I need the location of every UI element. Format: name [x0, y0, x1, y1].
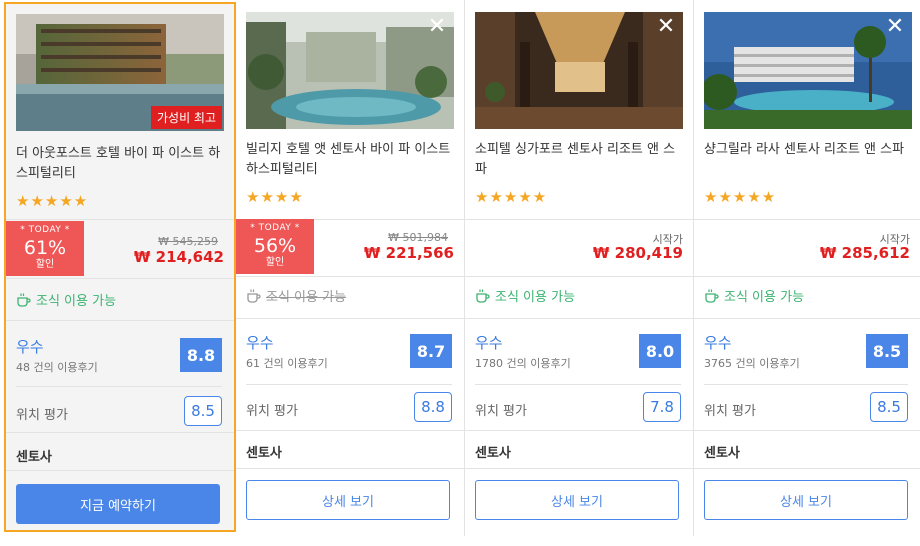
location-label: 위치 평가 — [704, 404, 756, 419]
hotel-name[interactable]: 소피텔 싱가포르 센토사 리조트 앤 스파 — [475, 140, 685, 180]
close-icon[interactable]: ✕ — [655, 16, 677, 38]
hotel-card[interactable]: ✕ 소피텔 싱가포르 센토사 리조트 앤 스파 ★★★★★ 시작가 ₩ 280,… — [465, 0, 694, 536]
location-score: 8.5 — [184, 396, 222, 426]
value-badge: 가성비 최고 — [150, 106, 222, 129]
original-price: ₩ 501,984 — [388, 231, 448, 244]
location-label: 위치 평가 — [475, 404, 527, 419]
divider — [465, 276, 693, 277]
today-discount-badge: * TODAY * 56% 할인 — [236, 219, 314, 274]
area-label: 센토사 — [475, 446, 511, 461]
breakfast-label: 조식 이용 가능 — [495, 290, 576, 305]
view-details-button[interactable]: 상세 보기 — [475, 480, 679, 520]
overall-score: 8.8 — [180, 338, 222, 372]
breakfast-label: 조식 이용 가능 — [36, 294, 117, 309]
price: ₩ 280,419 — [592, 244, 683, 262]
coffee-cup-icon — [476, 289, 490, 303]
location-label: 위치 평가 — [246, 404, 298, 419]
divider — [465, 219, 693, 220]
hotel-comparison: 가성비 최고 더 아웃포스트 호텔 바이 파 이스트 하스피털리티 ★★★★★ … — [0, 0, 920, 546]
discount-label: 할인 — [35, 259, 55, 270]
divider — [694, 318, 920, 319]
hotel-card[interactable]: 가성비 최고 더 아웃포스트 호텔 바이 파 이스트 하스피털리티 ★★★★★ … — [4, 2, 236, 532]
star-rating: ★★★★★ — [475, 188, 548, 206]
hotel-card[interactable]: ✕ 샹그릴라 라사 센토사 리조트 앤 스파 ★★★★★ 시작가 ₩ 285,6… — [694, 0, 920, 536]
divider — [16, 386, 222, 387]
divider — [475, 384, 681, 385]
divider — [694, 468, 920, 469]
divider — [694, 276, 920, 277]
overall-score: 8.5 — [866, 334, 908, 368]
divider — [694, 219, 920, 220]
hotel-name[interactable]: 빌리지 호텔 앳 센토사 바이 파 이스트 하스피털리티 — [246, 140, 456, 180]
breakfast-info: 조식 이용 가능 — [16, 290, 116, 309]
close-icon[interactable]: ✕ — [884, 16, 906, 38]
today-discount-badge: * TODAY * 61% 할인 — [6, 221, 84, 276]
area-label: 센토사 — [246, 446, 282, 461]
today-label: * TODAY * — [20, 225, 70, 235]
rating-label: 우수 — [475, 334, 503, 352]
hotel-name[interactable]: 샹그릴라 라사 센토사 리조트 앤 스파 — [704, 140, 914, 160]
star-rating: ★★★★★ — [16, 192, 89, 210]
divider — [236, 318, 464, 319]
area-label: 센토사 — [704, 446, 740, 461]
star-rating: ★★★★ — [246, 188, 304, 206]
location-score: 8.8 — [414, 392, 452, 422]
original-price: ₩ 545,259 — [158, 235, 218, 248]
divider — [236, 430, 464, 431]
divider — [465, 318, 693, 319]
review-count[interactable]: 3765 건의 이용후기 — [704, 355, 800, 371]
coffee-cup-icon — [17, 293, 31, 307]
divider — [6, 320, 234, 321]
price: ₩ 285,612 — [819, 244, 910, 262]
coffee-cup-icon — [705, 289, 719, 303]
view-details-button[interactable]: 상세 보기 — [704, 480, 908, 520]
overall-score: 8.0 — [639, 334, 681, 368]
breakfast-info: 조식 이용 가능 — [475, 286, 575, 305]
divider — [6, 470, 234, 471]
discount-percent: 56% — [253, 235, 297, 257]
hotel-name[interactable]: 더 아웃포스트 호텔 바이 파 이스트 하스피털리티 — [16, 144, 226, 184]
divider — [6, 278, 234, 279]
divider — [6, 432, 234, 433]
location-score: 8.5 — [870, 392, 908, 422]
area-label: 센토사 — [16, 450, 52, 465]
breakfast-label: 조식 이용 가능 — [724, 290, 805, 305]
divider — [6, 219, 234, 220]
review-count[interactable]: 48 건의 이용후기 — [16, 359, 98, 375]
coffee-cup-icon — [247, 289, 261, 303]
rating-label: 우수 — [704, 334, 732, 352]
discount-percent: 61% — [23, 237, 67, 259]
divider — [704, 384, 908, 385]
hotel-photo[interactable]: ✕ — [246, 12, 454, 129]
divider — [236, 276, 464, 277]
view-details-button[interactable]: 상세 보기 — [246, 480, 450, 520]
overall-score: 8.7 — [410, 334, 452, 368]
divider — [236, 468, 464, 469]
breakfast-label: 조식 이용 가능 — [266, 290, 347, 305]
divider — [465, 430, 693, 431]
today-label: * TODAY * — [250, 223, 300, 233]
location-score: 7.8 — [643, 392, 681, 422]
rating-label: 우수 — [16, 338, 44, 356]
breakfast-info: 조식 이용 가능 — [246, 286, 346, 305]
book-now-button[interactable]: 지금 예약하기 — [16, 484, 220, 524]
price: ₩ 214,642 — [133, 248, 224, 266]
review-count[interactable]: 61 건의 이용후기 — [246, 355, 328, 371]
review-count[interactable]: 1780 건의 이용후기 — [475, 355, 571, 371]
location-label: 위치 평가 — [16, 408, 68, 423]
price: ₩ 221,566 — [363, 244, 454, 262]
divider — [694, 430, 920, 431]
rating-label: 우수 — [246, 334, 274, 352]
discount-label: 할인 — [265, 257, 285, 268]
divider — [246, 384, 452, 385]
breakfast-info: 조식 이용 가능 — [704, 286, 804, 305]
star-rating: ★★★★★ — [704, 188, 777, 206]
hotel-card[interactable]: ✕ 빌리지 호텔 앳 센토사 바이 파 이스트 하스피털리티 ★★★★ * TO… — [236, 0, 465, 536]
hotel-photo[interactable]: 가성비 최고 — [16, 14, 224, 131]
close-icon[interactable]: ✕ — [426, 16, 448, 38]
hotel-photo[interactable]: ✕ — [475, 12, 683, 129]
hotel-photo[interactable]: ✕ — [704, 12, 912, 129]
divider — [465, 468, 693, 469]
